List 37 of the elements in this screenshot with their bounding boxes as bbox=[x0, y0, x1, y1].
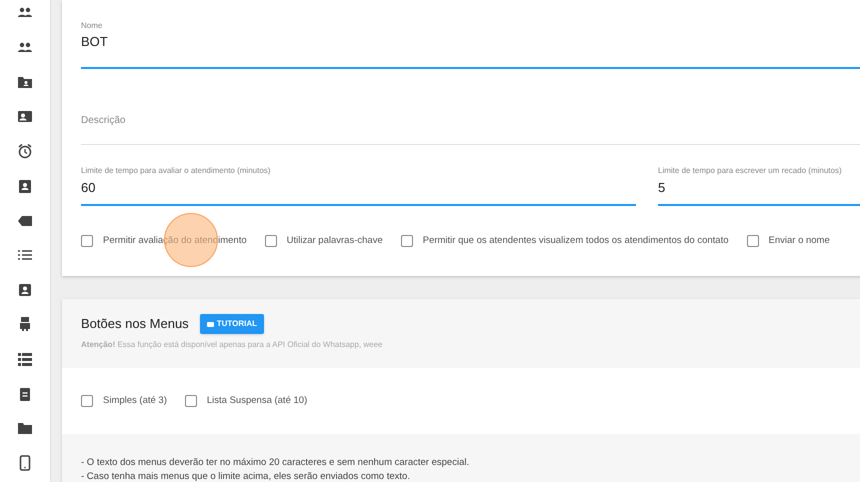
alarm-clock-icon[interactable] bbox=[17, 143, 33, 160]
checkbox-label: Utilizar palavras-chave bbox=[286, 234, 383, 248]
person-icon[interactable] bbox=[17, 282, 33, 298]
field-value: 5 bbox=[658, 179, 666, 197]
checkbox[interactable] bbox=[264, 235, 277, 248]
checkbox[interactable] bbox=[746, 235, 758, 248]
folder-icon[interactable] bbox=[17, 74, 33, 90]
field-label: Limite de tempo para escrever um recado (minutos) bbox=[658, 165, 842, 177]
robot-icon[interactable] bbox=[17, 316, 33, 332]
folder-icon[interactable] bbox=[17, 420, 33, 436]
checkbox[interactable] bbox=[81, 395, 93, 407]
checkbox-label: Simples (até 3) bbox=[103, 394, 167, 408]
checkbox[interactable] bbox=[184, 395, 197, 407]
contact-card-icon[interactable] bbox=[17, 108, 33, 125]
clipboard-icon[interactable] bbox=[17, 386, 33, 402]
field-label: Limite de tempo para avaliar o atendimento (minutos) bbox=[81, 165, 270, 177]
label-icon bbox=[206, 322, 214, 326]
section-title: Botões nos Menus bbox=[81, 315, 189, 334]
field-value: BOT bbox=[81, 33, 108, 51]
name-field[interactable]: Nome BOT bbox=[81, 20, 860, 69]
description-field[interactable]: Descrição bbox=[81, 69, 860, 145]
field-label: Nome bbox=[81, 20, 102, 32]
note-text: - Caso tenha mais menus que o limite acima, eles serão enviados como texto. bbox=[81, 470, 410, 482]
contact-book-icon[interactable] bbox=[17, 178, 33, 194]
checkbox[interactable] bbox=[81, 235, 93, 248]
note-text: - O texto dos menus deverão ter no máximo 20 caracteres e sem nenhum caracter especial. bbox=[81, 456, 470, 470]
list-icon[interactable] bbox=[17, 350, 33, 367]
notice-text: Atenção! Essa função está disponível apenas para a API Oficial do Whatsapp, weee bbox=[81, 339, 384, 351]
number-field[interactable]: Limite de tempo para escrever um recado (minutos) 5 bbox=[658, 165, 860, 206]
checkbox-label: Enviar o nome bbox=[768, 234, 830, 248]
checkbox-label: Permitir que os atendentes visualizem todos os atendimentos do contato bbox=[422, 234, 728, 248]
field-value: 60 bbox=[81, 179, 96, 197]
checkbox[interactable] bbox=[400, 235, 413, 248]
number-field[interactable]: Limite de tempo para avaliar o atendimento (minutos) 60 bbox=[81, 165, 636, 206]
phone-icon[interactable] bbox=[17, 454, 33, 471]
checkbox-label: Lista Suspensa (até 10) bbox=[206, 394, 308, 408]
field-placeholder: Descrição bbox=[81, 114, 126, 128]
